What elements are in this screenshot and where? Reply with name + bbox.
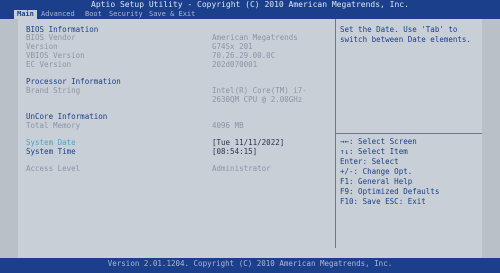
system-date-row[interactable]: System Date (26, 138, 76, 147)
version-value: G74Sx 201 (212, 42, 253, 51)
help-divider (336, 133, 482, 134)
bios-setup-screen: Aptio Setup Utility - Copyright (C) 2010… (0, 0, 500, 273)
bios-vendor-label: BIOS Vendor (26, 33, 76, 42)
access-level-label: Access Level (26, 164, 81, 173)
help-panel: Set the Date. Use 'Tab' to switch betwee… (336, 19, 482, 248)
title-bar: Aptio Setup Utility - Copyright (C) 2010… (0, 0, 500, 10)
footer-version: Version 2.01.1204. Copyright (C) 2010 Am… (0, 258, 500, 273)
ec-version-label: EC Version (26, 60, 72, 69)
key-select-item: ↑↓: Select Item (340, 147, 408, 156)
total-memory-row: Total Memory (26, 121, 80, 130)
brand-string-value-line1: Intel(R) Core(TM) i7- (212, 86, 307, 95)
tab-main[interactable]: Main (14, 10, 37, 19)
access-level-value: Administrator (212, 164, 271, 173)
bios-vendor-row: BIOS Vendor (26, 33, 76, 42)
key-change-opt: +/-: Change Opt. (340, 167, 413, 176)
system-time-label: System Time (26, 147, 76, 156)
help-description: Set the Date. Use 'Tab' to switch betwee… (340, 25, 471, 44)
system-date-value[interactable]: [Tue 11/11/2022] (212, 138, 284, 147)
tab-bar: Main Advanced Boot Security Save & Exit (0, 10, 500, 19)
tab-save-exit[interactable]: Save & Exit (146, 10, 198, 19)
key-enter-select: Enter: Select (340, 157, 399, 166)
tab-security[interactable]: Security (106, 10, 146, 19)
tab-advanced[interactable]: Advanced (38, 10, 78, 19)
total-memory-value: 4096 MB (212, 121, 244, 130)
key-optimized-defaults: F9: Optimized Defaults (340, 187, 440, 196)
system-date-label: System Date (26, 138, 76, 147)
system-time-value[interactable]: [08:54:15] (212, 147, 257, 156)
bios-vendor-value: American Megatrends (212, 33, 298, 42)
ec-version-value: 202d070001 (212, 60, 258, 69)
access-level-row: Access Level (26, 164, 80, 173)
processor-information-heading: Processor Information (26, 77, 121, 86)
brand-string-value-line2: 2630QM CPU @ 2.00GHz (212, 95, 303, 104)
vbios-version-label: VBIOS Version (26, 51, 85, 60)
ec-version-row: EC Version (26, 60, 71, 69)
main-panel: BIOS Information BIOS Vendor American Me… (18, 19, 336, 248)
vbios-version-value: 70.26.29.00.0C (212, 51, 276, 60)
brand-string-label: Brand String (26, 86, 81, 95)
total-memory-label: Total Memory (26, 121, 81, 130)
uncore-information-heading: UnCore Information (26, 112, 108, 121)
right-margin (482, 19, 500, 258)
brand-string-row: Brand String (26, 86, 80, 95)
system-time-row[interactable]: System Time (26, 147, 76, 156)
key-select-screen: →←: Select Screen (340, 137, 417, 146)
vbios-version-row: VBIOS Version (26, 51, 85, 60)
left-margin (0, 19, 18, 258)
version-row: Version (26, 42, 58, 51)
key-save-exit: F10: Save ESC: Exit (340, 197, 426, 206)
tab-boot[interactable]: Boot (82, 10, 105, 19)
key-general-help: F1: General Help (340, 177, 413, 186)
version-label: Version (26, 42, 58, 51)
key-legend: →←: Select Screen ↑↓: Select Item Enter:… (340, 137, 439, 207)
